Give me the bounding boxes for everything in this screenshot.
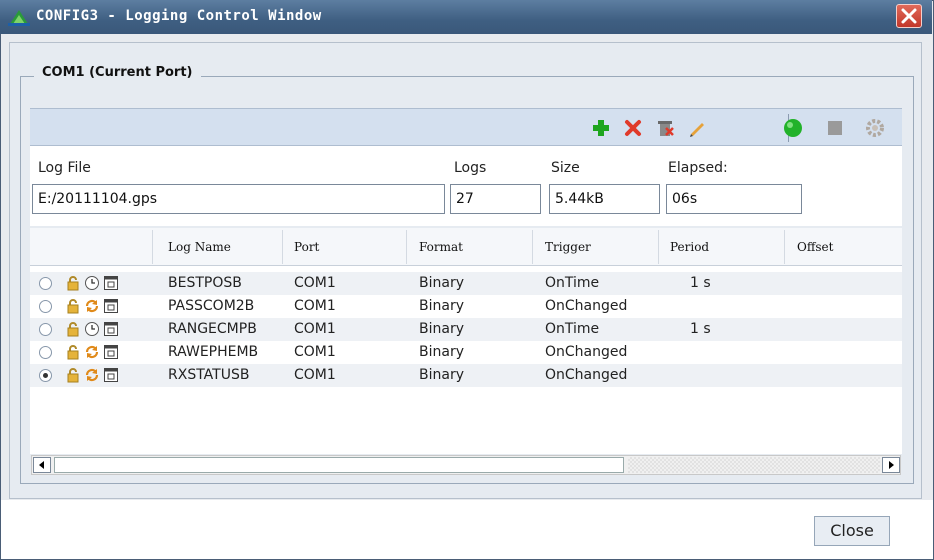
- details-icon[interactable]: [103, 344, 119, 360]
- edit-log-button[interactable]: [686, 117, 708, 139]
- cell-log-name: PASSCOM2B: [168, 298, 255, 314]
- scroll-left-button[interactable]: [33, 457, 51, 473]
- dialog-footer: [1, 500, 933, 559]
- details-icon[interactable]: [103, 298, 119, 314]
- cell-trigger: OnTime: [545, 321, 600, 337]
- cell-port: COM1: [294, 367, 336, 383]
- row-select-radio[interactable]: [39, 300, 52, 313]
- cell-format: Binary: [419, 344, 464, 360]
- log-file-label: Log File: [38, 160, 91, 176]
- delete-log-button[interactable]: [622, 117, 644, 139]
- table-row[interactable]: [30, 318, 902, 341]
- cell-log-name: BESTPOSB: [168, 275, 242, 291]
- details-icon[interactable]: [103, 367, 119, 383]
- lock-icon[interactable]: [65, 298, 81, 314]
- scroll-right-button[interactable]: [882, 457, 900, 473]
- elapsed-field[interactable]: 06s: [666, 184, 802, 214]
- arrow-right-icon: [889, 461, 894, 469]
- column-divider: [658, 230, 659, 264]
- cell-period: 1 s: [690, 321, 711, 337]
- window-title: CONFIG3 - Logging Control Window: [36, 8, 322, 24]
- row-select-radio[interactable]: [39, 369, 52, 382]
- row-select-radio[interactable]: [39, 277, 52, 290]
- lock-icon[interactable]: [65, 344, 81, 360]
- cell-port: COM1: [294, 344, 336, 360]
- delete-all-icon: [658, 121, 674, 136]
- refresh-icon[interactable]: [84, 344, 100, 360]
- logs-count-field[interactable]: 27: [450, 184, 541, 214]
- table-row[interactable]: [30, 364, 902, 387]
- group-title: COM1 (Current Port): [34, 65, 201, 80]
- cell-log-name: RAWEPHEMB: [168, 344, 259, 360]
- lock-icon[interactable]: [65, 367, 81, 383]
- row-select-radio[interactable]: [39, 346, 52, 359]
- clock-icon[interactable]: [84, 321, 100, 337]
- refresh-icon[interactable]: [84, 367, 100, 383]
- lock-icon[interactable]: [65, 321, 81, 337]
- log-toolbar: [30, 108, 902, 146]
- cell-format: Binary: [419, 321, 464, 337]
- close-button[interactable]: Close: [814, 516, 890, 546]
- cell-port: COM1: [294, 298, 336, 314]
- table-row[interactable]: [30, 341, 902, 364]
- close-icon: [901, 8, 917, 24]
- start-logging-button[interactable]: [782, 117, 804, 139]
- cell-port: COM1: [294, 275, 336, 291]
- cell-log-name: RXSTATUSB: [168, 367, 250, 383]
- window-close-button[interactable]: [896, 4, 922, 28]
- column-header-format[interactable]: Format: [419, 240, 463, 254]
- column-divider: [152, 230, 153, 264]
- lock-icon[interactable]: [65, 275, 81, 291]
- log-file-field[interactable]: E:/20111104.gps: [32, 184, 445, 214]
- column-header-trigger[interactable]: Trigger: [545, 240, 591, 254]
- cell-log-name: RANGECMPB: [168, 321, 257, 337]
- column-divider: [532, 230, 533, 264]
- cell-trigger: OnTime: [545, 275, 600, 291]
- delete-all-logs-button[interactable]: [654, 117, 676, 139]
- stop-icon: [828, 121, 842, 135]
- table-header: [30, 228, 902, 266]
- cell-trigger: OnChanged: [545, 298, 628, 314]
- logging-settings-button[interactable]: [864, 117, 886, 139]
- refresh-icon[interactable]: [84, 298, 100, 314]
- add-icon: [593, 120, 609, 136]
- column-divider: [406, 230, 407, 264]
- cell-format: Binary: [419, 275, 464, 291]
- details-icon[interactable]: [103, 321, 119, 337]
- logs-label: Logs: [454, 160, 487, 176]
- cell-trigger: OnChanged: [545, 367, 628, 383]
- app-logo-icon: [8, 10, 30, 26]
- scrollbar-thumb[interactable]: [54, 457, 624, 473]
- column-header-port[interactable]: Port: [294, 240, 319, 254]
- cell-format: Binary: [419, 298, 464, 314]
- cell-format: Binary: [419, 367, 464, 383]
- cell-port: COM1: [294, 321, 336, 337]
- cell-trigger: OnChanged: [545, 344, 628, 360]
- start-icon: [784, 119, 802, 137]
- cell-period: 1 s: [690, 275, 711, 291]
- column-divider: [784, 230, 785, 264]
- clock-icon[interactable]: [84, 275, 100, 291]
- stop-logging-button[interactable]: [824, 117, 846, 139]
- column-header-log-name[interactable]: Log Name: [168, 240, 231, 254]
- column-header-offset[interactable]: Offset: [797, 240, 833, 254]
- size-field[interactable]: 5.44kB: [549, 184, 660, 214]
- size-label: Size: [551, 160, 580, 176]
- column-divider: [282, 230, 283, 264]
- details-icon[interactable]: [103, 275, 119, 291]
- table-row[interactable]: [30, 272, 902, 295]
- add-log-button[interactable]: [590, 117, 612, 139]
- horizontal-scrollbar[interactable]: [31, 455, 901, 475]
- arrow-left-icon: [39, 461, 44, 469]
- edit-icon: [690, 123, 704, 137]
- settings-icon: [866, 119, 884, 137]
- scrollbar-track[interactable]: [628, 457, 880, 473]
- table-row[interactable]: [30, 295, 902, 318]
- column-header-period[interactable]: Period: [670, 240, 709, 254]
- elapsed-label: Elapsed:: [668, 160, 728, 176]
- delete-icon: [625, 120, 641, 136]
- row-select-radio[interactable]: [39, 323, 52, 336]
